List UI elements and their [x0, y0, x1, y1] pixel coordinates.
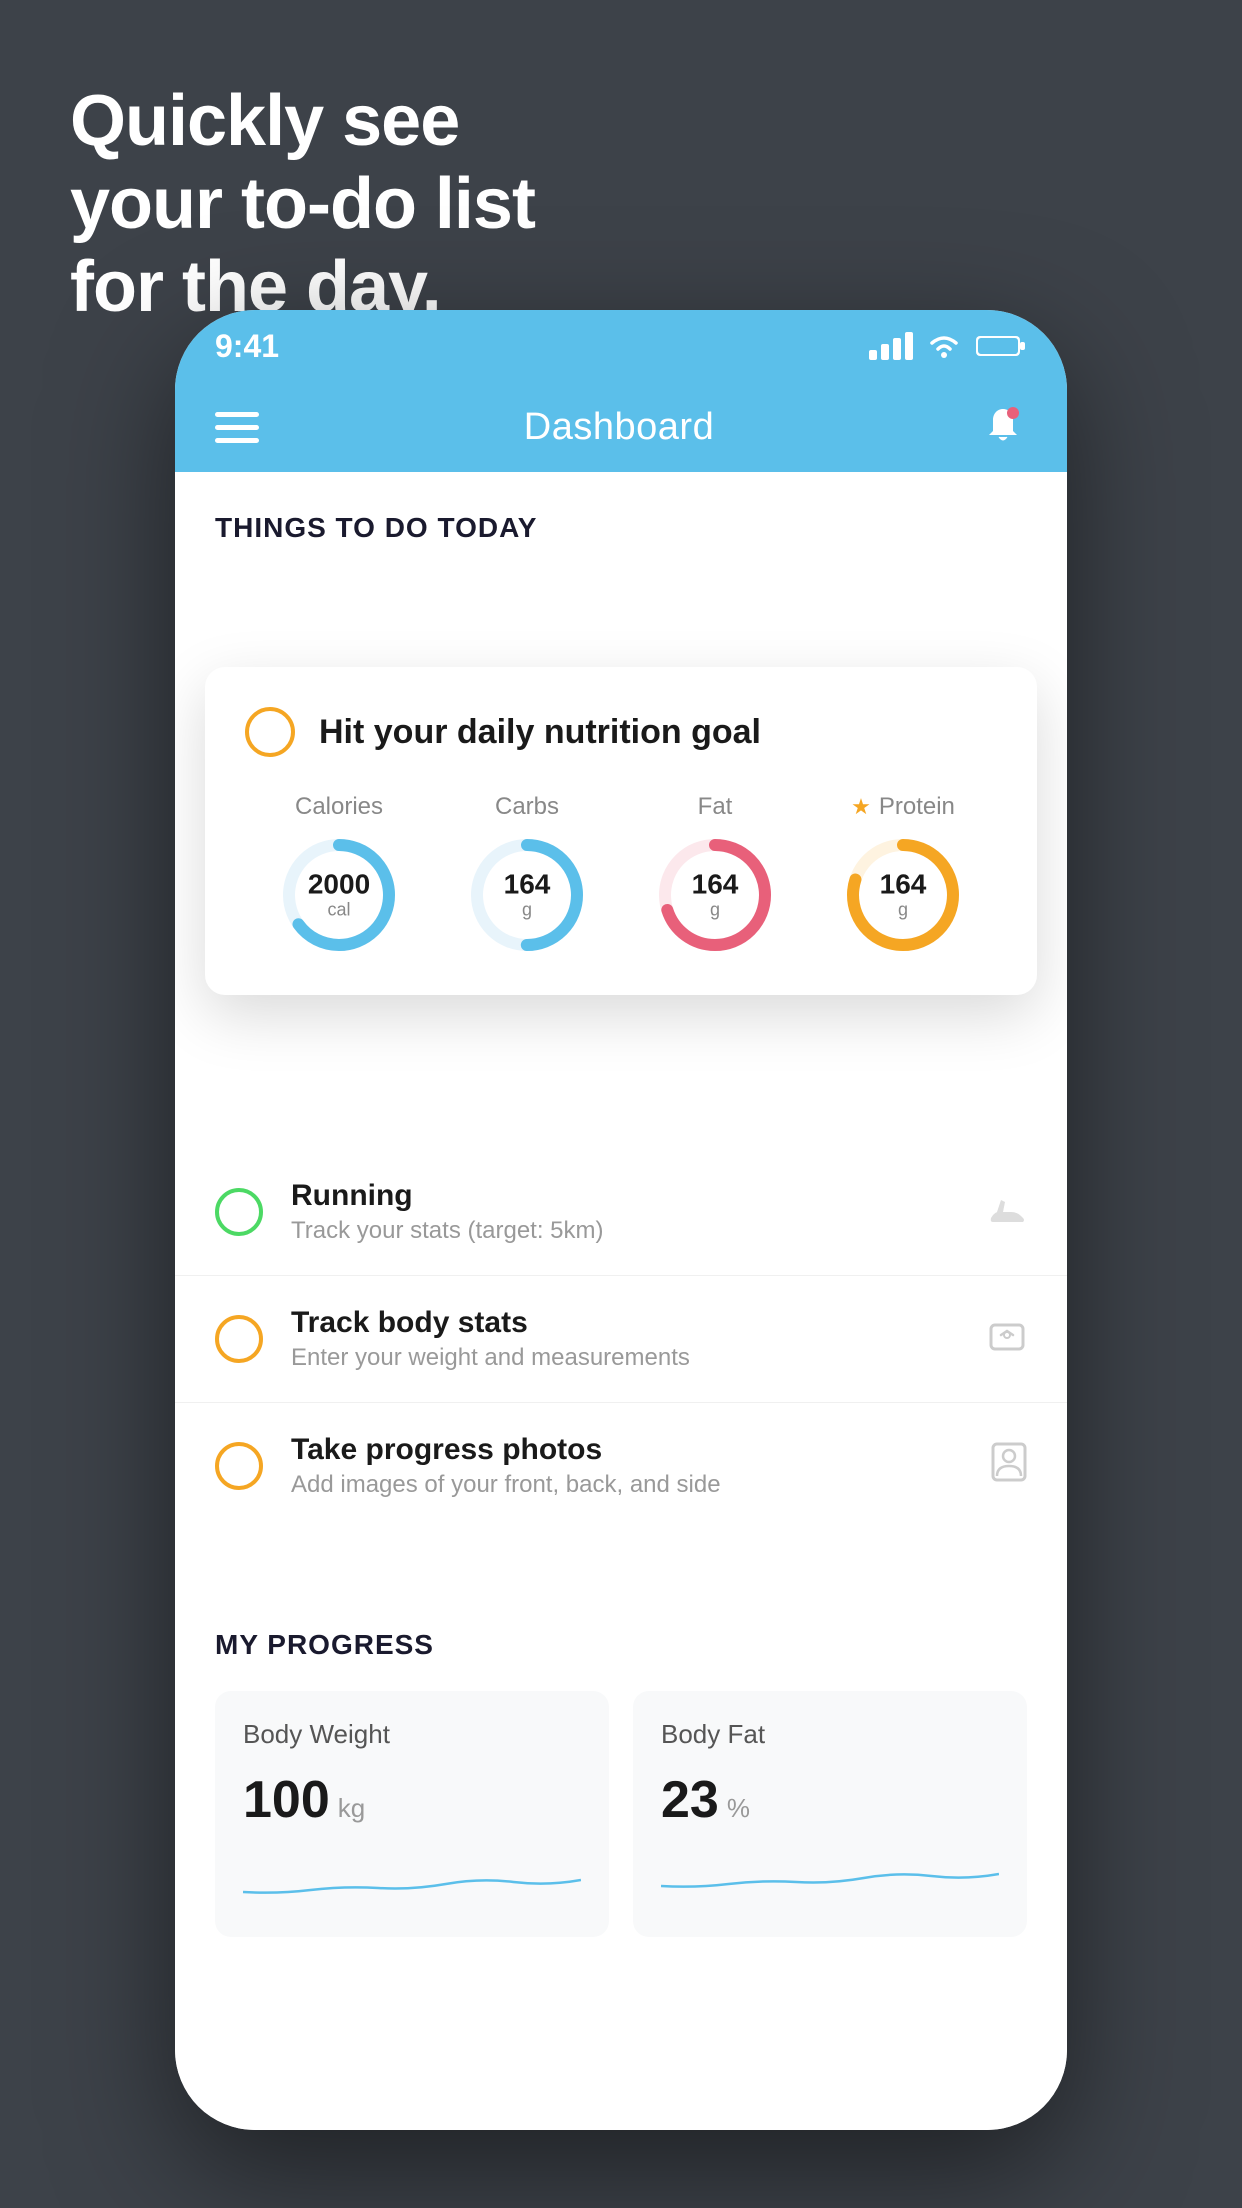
hamburger-line — [215, 412, 259, 417]
nutrition-macros: Calories 2000 cal Carbs — [245, 793, 997, 955]
todo-title-photos: Take progress photos — [291, 1433, 963, 1467]
fat-unit: g — [692, 901, 739, 921]
header-title: Dashboard — [524, 406, 714, 449]
status-icons — [869, 332, 1027, 360]
scale-icon — [987, 1317, 1027, 1361]
progress-title: MY PROGRESS — [215, 1629, 1027, 1661]
body-weight-label: Body Weight — [243, 1719, 581, 1750]
body-fat-card[interactable]: Body Fat 23 % — [633, 1691, 1027, 1937]
fat-ring: 164 g — [655, 835, 775, 955]
fat-center: 164 g — [692, 870, 739, 921]
todo-title-body-stats: Track body stats — [291, 1306, 959, 1340]
carbs-label: Carbs — [495, 793, 559, 821]
todo-title-running: Running — [291, 1179, 959, 1213]
app-header: Dashboard — [175, 382, 1067, 472]
things-title: THINGS TO DO TODAY — [215, 512, 1027, 544]
shoe-icon — [987, 1190, 1027, 1234]
fat-label: Fat — [698, 793, 733, 821]
hero-line2: your to-do list — [70, 163, 535, 246]
todo-item-running[interactable]: Running Track your stats (target: 5km) — [175, 1149, 1067, 1276]
carbs-value: 164 — [504, 870, 551, 901]
body-weight-value-group: 100 kg — [243, 1770, 581, 1830]
hero-text: Quickly see your to-do list for the day. — [70, 80, 535, 328]
todo-subtitle-photos: Add images of your front, back, and side — [291, 1471, 963, 1499]
bell-button[interactable] — [979, 403, 1027, 451]
body-fat-number: 23 — [661, 1770, 719, 1830]
protein-center: 164 g — [880, 870, 927, 921]
body-fat-label: Body Fat — [661, 1719, 999, 1750]
calories-unit: cal — [308, 901, 370, 921]
todo-text-running: Running Track your stats (target: 5km) — [291, 1179, 959, 1245]
protein-ring: 164 g — [843, 835, 963, 955]
todo-checkbox-running[interactable] — [215, 1188, 263, 1236]
todo-text-photos: Take progress photos Add images of your … — [291, 1433, 963, 1499]
macro-calories: Calories 2000 cal — [279, 793, 399, 955]
hamburger-menu[interactable] — [215, 412, 259, 443]
body-weight-number: 100 — [243, 1770, 330, 1830]
progress-section: MY PROGRESS Body Weight 100 kg Body Fat — [175, 1579, 1067, 1977]
carbs-center: 164 g — [504, 870, 551, 921]
todo-subtitle-body-stats: Enter your weight and measurements — [291, 1344, 959, 1372]
protein-label: ★ Protein — [851, 793, 955, 821]
status-bar: 9:41 — [175, 310, 1067, 382]
star-icon: ★ — [851, 794, 871, 820]
calories-value: 2000 — [308, 870, 370, 901]
body-weight-unit: kg — [338, 1793, 365, 1824]
nutrition-title: Hit your daily nutrition goal — [319, 713, 761, 752]
macro-fat: Fat 164 g — [655, 793, 775, 955]
todo-item-photos[interactable]: Take progress photos Add images of your … — [175, 1403, 1067, 1529]
things-section: THINGS TO DO TODAY — [175, 472, 1067, 544]
wifi-icon — [927, 333, 961, 359]
hamburger-line — [215, 438, 259, 443]
body-fat-value-group: 23 % — [661, 1770, 999, 1830]
macro-protein: ★ Protein 164 g — [843, 793, 963, 955]
hero-line1: Quickly see — [70, 80, 535, 163]
nutrition-checkbox[interactable] — [245, 707, 295, 757]
person-icon — [991, 1442, 1027, 1490]
todo-subtitle-running: Track your stats (target: 5km) — [291, 1217, 959, 1245]
nutrition-header: Hit your daily nutrition goal — [245, 707, 997, 757]
todo-text-body-stats: Track body stats Enter your weight and m… — [291, 1306, 959, 1372]
body-fat-unit: % — [727, 1793, 750, 1824]
nutrition-card: Hit your daily nutrition goal Calories 2… — [205, 667, 1037, 995]
battery-icon — [975, 333, 1027, 359]
body-fat-sparkline — [661, 1854, 999, 1904]
calories-center: 2000 cal — [308, 870, 370, 921]
signal-icon — [869, 332, 913, 360]
body-weight-card[interactable]: Body Weight 100 kg — [215, 1691, 609, 1937]
carbs-ring: 164 g — [467, 835, 587, 955]
todo-list: Running Track your stats (target: 5km) T… — [175, 1149, 1067, 1529]
macro-carbs: Carbs 164 g — [467, 793, 587, 955]
bell-icon — [979, 403, 1027, 451]
todo-checkbox-photos[interactable] — [215, 1442, 263, 1490]
calories-label: Calories — [295, 793, 383, 821]
fat-value: 164 — [692, 870, 739, 901]
carbs-unit: g — [504, 901, 551, 921]
body-weight-sparkline — [243, 1854, 581, 1904]
protein-unit: g — [880, 901, 927, 921]
todo-checkbox-body-stats[interactable] — [215, 1315, 263, 1363]
status-time: 9:41 — [215, 328, 279, 365]
hamburger-line — [215, 425, 259, 430]
protein-value: 164 — [880, 870, 927, 901]
progress-cards: Body Weight 100 kg Body Fat 23 % — [215, 1691, 1027, 1937]
phone-frame: 9:41 — [175, 310, 1067, 2130]
calories-ring: 2000 cal — [279, 835, 399, 955]
todo-item-body-stats[interactable]: Track body stats Enter your weight and m… — [175, 1276, 1067, 1403]
